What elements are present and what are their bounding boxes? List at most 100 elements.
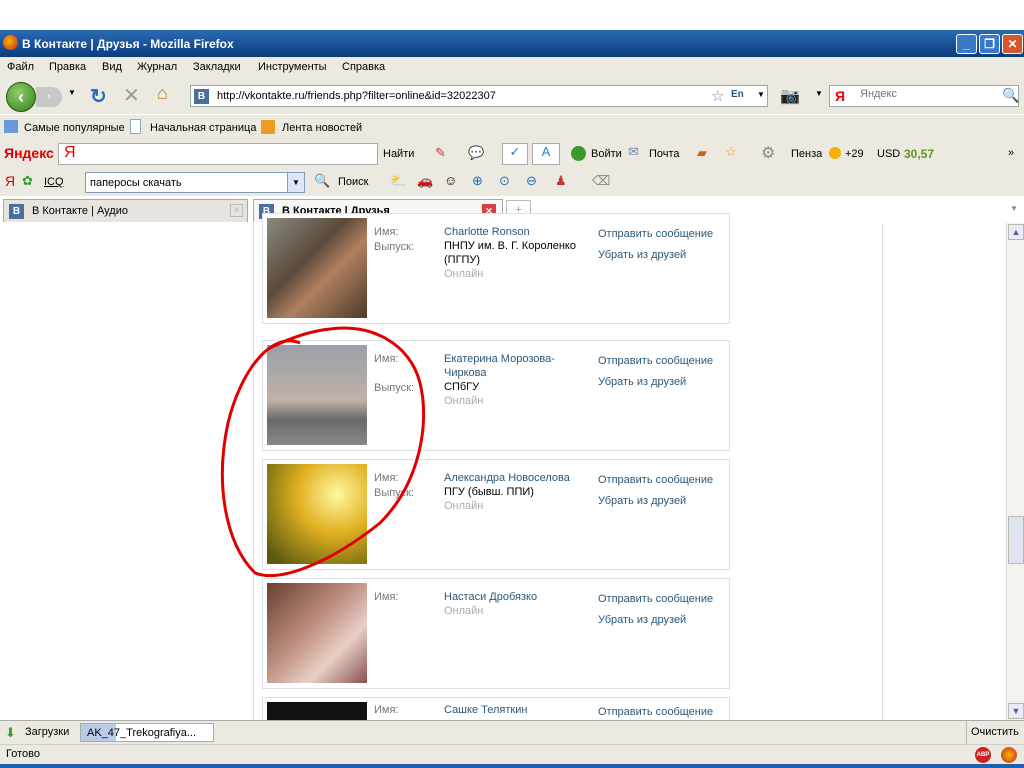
bookmark-start-page[interactable]: Начальная страница (150, 122, 256, 134)
url-text: http://vkontakte.ru/friends.php?filter=o… (217, 90, 496, 102)
navigation-toolbar: ‹ › ▼ ↻ ✕ ⌂ B http://vkontakte.ru/friend… (0, 79, 1024, 114)
login-button[interactable]: Войти (591, 148, 622, 160)
menu-bar: Файл Правка Вид Журнал Закладки Инструме… (0, 57, 1024, 79)
yandex-search-input[interactable]: Я (58, 143, 378, 165)
tab-audio-label: В Контакте | Аудио (32, 205, 128, 217)
mail-button[interactable]: Почта (649, 148, 680, 160)
close-button[interactable]: ✕ (1002, 34, 1023, 54)
zoom-in-icon[interactable]: ⊕ (472, 173, 483, 189)
weather-icon[interactable]: ⛅ (390, 173, 406, 189)
vk-favicon: B (9, 204, 24, 219)
scrollbar-thumb[interactable] (1008, 516, 1024, 564)
search-query-combobox[interactable]: папеpосы скачать ▼ (85, 172, 305, 193)
reload-icon[interactable]: ↻ (90, 84, 107, 109)
bookmark-star-icon[interactable]: ☆ (711, 87, 724, 105)
search-magnifier-icon: 🔍 (314, 173, 331, 188)
download-icon: ⬇ (5, 725, 16, 740)
key-icon (571, 146, 586, 161)
chat-icon[interactable]: 💬 (468, 145, 484, 161)
url-dropdown[interactable]: ▼ (757, 90, 765, 99)
scroll-up-button[interactable]: ▲ (1008, 224, 1024, 240)
tab-close-icon[interactable]: ✕ (230, 204, 243, 217)
weather-city[interactable]: Пенза (791, 148, 822, 160)
query-dropdown[interactable]: ▼ (287, 173, 304, 192)
clear-downloads-button[interactable]: Очистить (966, 721, 1024, 744)
sun-icon (829, 147, 841, 159)
firefox-status-icon[interactable] (1001, 747, 1017, 763)
camera-dropdown[interactable]: ▼ (815, 89, 823, 98)
eraser-icon[interactable]: ⌫ (592, 173, 610, 189)
scroll-down-button[interactable]: ▼ (1008, 703, 1024, 719)
address-bar[interactable]: B http://vkontakte.ru/friends.php?filter… (190, 85, 768, 107)
overflow-chevron[interactable]: » (1008, 147, 1014, 159)
search-query-text: папеpосы скачать (90, 177, 182, 189)
red-annotation-circle (220, 326, 426, 578)
search-toolbar: Я ✿ ICQ папеpосы скачать ▼ 🔍 Поиск ⛅ 🚗 ☺… (0, 169, 1024, 196)
history-dropdown[interactable]: ▼ (68, 88, 76, 97)
menu-view[interactable]: Вид (102, 61, 122, 73)
tab-list-dropdown[interactable]: ▼ (1010, 204, 1018, 213)
spellcheck-icon[interactable]: ✓ (502, 143, 528, 165)
menu-edit[interactable]: Правка (49, 61, 86, 73)
weather-temp: +29 (845, 148, 864, 160)
settings-gear-icon[interactable]: ⚙ (761, 143, 775, 163)
menu-file[interactable]: Файл (7, 61, 34, 73)
vertical-scrollbar[interactable]: ▲ ▼ (1006, 223, 1024, 720)
tab-audio[interactable]: B В Контакте | Аудио ✕ (3, 199, 248, 222)
firefox-icon (3, 35, 18, 50)
yandex-small-logo[interactable]: Я (5, 173, 15, 189)
menu-help[interactable]: Справка (342, 61, 385, 73)
page-content: Имя: Выпуск: Charlotte Ronson ПНПУ им. В… (0, 213, 1006, 721)
status-text: Готово (6, 748, 40, 760)
icq-flower-icon: ✿ (22, 173, 33, 188)
joystick-icon[interactable]: ♟ (555, 173, 567, 189)
pencil-icon[interactable]: ✎ (435, 145, 446, 161)
menu-tools[interactable]: Инструменты (258, 61, 327, 73)
currency-label[interactable]: USD (877, 148, 900, 160)
language-indicator: En (731, 89, 744, 100)
yandex-brand[interactable]: Яндекс (4, 145, 54, 161)
yandex-logo: Я (64, 144, 76, 161)
restore-button[interactable]: ❐ (979, 34, 1000, 54)
window-title: В Контакте | Друзья - Mozilla Firefox (22, 37, 234, 51)
favorites-star-icon[interactable]: ☆ (725, 144, 737, 160)
mail-icon: ✉ (628, 144, 639, 159)
translate-icon[interactable]: A (532, 143, 560, 165)
find-button[interactable]: Найти (383, 148, 414, 160)
page-icon (130, 119, 141, 134)
yandex-bar: Яндекс Я Найти ✎ 💬 ✓ A Войти ✉ Почта ▰ ☆… (0, 140, 1024, 169)
back-button[interactable]: ‹ (6, 82, 36, 112)
search-button[interactable]: Поиск (338, 176, 368, 188)
download-item[interactable]: AK_47_Trekografiya... (80, 723, 214, 742)
camera-icon[interactable]: 📷 (780, 86, 800, 106)
search-engine-logo[interactable]: Я (835, 88, 845, 104)
search-box[interactable]: Я 🔍 (829, 85, 1019, 107)
menu-history[interactable]: Журнал (137, 61, 177, 73)
search-magnifier-icon[interactable]: 🔍 (1002, 87, 1019, 104)
icq-button[interactable]: ICQ (44, 176, 64, 188)
forward-button[interactable]: › (36, 87, 62, 107)
downloads-label[interactable]: Загрузки (25, 726, 69, 738)
menu-bookmarks[interactable]: Закладки (193, 61, 241, 73)
title-bar: В Контакте | Друзья - Mozilla Firefox _ … (0, 30, 1024, 57)
stop-icon[interactable]: ✕ (123, 83, 140, 108)
bookmark-news-feed[interactable]: Лента новостей (282, 122, 362, 134)
taskbar-edge (0, 764, 1024, 768)
downloads-bar: ⬇ Загрузки AK_47_Trekografiya... Очистит… (0, 720, 1024, 744)
bookmark-popular[interactable]: Самые популярные (24, 122, 125, 134)
minimize-button[interactable]: _ (956, 34, 977, 54)
currency-rate: 30,57 (904, 147, 935, 161)
faces-icon[interactable]: ☺ (444, 173, 457, 188)
zoom-fit-icon[interactable]: ⊙ (499, 173, 510, 189)
bookmarks-toolbar: Самые популярные Начальная страница Лент… (0, 114, 1024, 140)
folder-icon (4, 120, 18, 133)
search-input[interactable] (860, 88, 1000, 100)
rss-icon (261, 120, 275, 134)
status-bar: Готово ABP (0, 744, 1024, 764)
car-icon[interactable]: 🚗 (417, 173, 433, 189)
adblock-icon[interactable]: ABP (975, 747, 991, 763)
site-favicon: B (194, 89, 209, 104)
zoom-out-icon[interactable]: ⊖ (526, 173, 537, 189)
home-icon[interactable]: ⌂ (157, 83, 168, 104)
wallet-icon[interactable]: ▰ (697, 145, 707, 161)
